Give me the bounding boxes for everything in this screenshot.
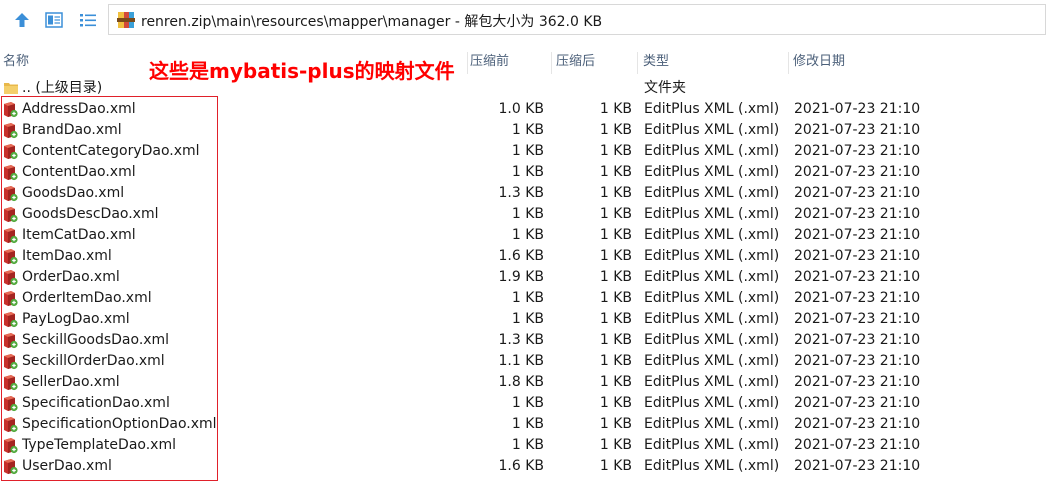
file-type: EditPlus XML (.xml) xyxy=(644,206,780,222)
file-original-size: 1 KB xyxy=(599,353,632,369)
file-original-size: 1 KB xyxy=(599,164,632,180)
file-compressed-size: 1.3 KB xyxy=(498,185,545,201)
file-compressed-size: 1 KB xyxy=(511,143,544,159)
file-compressed-size: 1 KB xyxy=(511,164,544,180)
file-type: EditPlus XML (.xml) xyxy=(644,164,780,180)
column-type[interactable]: 类型 xyxy=(643,50,669,74)
file-type: EditPlus XML (.xml) xyxy=(644,374,780,390)
file-compressed-size: 1 KB xyxy=(511,122,544,138)
address-path: renren.zip\main\resources\mapper\manager… xyxy=(141,14,603,30)
file-compressed-size: 1.0 KB xyxy=(498,101,545,117)
file-compressed-size: 1 KB xyxy=(511,416,544,432)
address-bar[interactable]: renren.zip\main\resources\mapper\manager… xyxy=(108,4,1046,35)
file-original-size: 1 KB xyxy=(599,227,632,243)
column-divider[interactable] xyxy=(637,52,638,74)
file-type: EditPlus XML (.xml) xyxy=(644,332,780,348)
file-modified: 2021-07-23 21:10 xyxy=(794,395,921,411)
file-original-size: 1 KB xyxy=(599,206,632,222)
file-original-size: 1 KB xyxy=(599,395,632,411)
file-compressed-size: 1 KB xyxy=(511,290,544,306)
file-original-size: 1 KB xyxy=(599,416,632,432)
file-modified: 2021-07-23 21:10 xyxy=(794,248,921,264)
parent-dir-type: 文件夹 xyxy=(644,80,686,96)
folder-icon xyxy=(4,81,18,94)
file-original-size: 1 KB xyxy=(599,269,632,285)
file-modified: 2021-07-23 21:10 xyxy=(794,164,921,180)
file-original-size: 1 KB xyxy=(599,458,632,474)
file-type: EditPlus XML (.xml) xyxy=(644,416,780,432)
file-type: EditPlus XML (.xml) xyxy=(644,185,780,201)
file-compressed-size: 1 KB xyxy=(511,227,544,243)
file-type: EditPlus XML (.xml) xyxy=(644,353,780,369)
file-compressed-size: 1 KB xyxy=(511,395,544,411)
column-compressed[interactable]: 压缩前 xyxy=(470,50,509,74)
file-type: EditPlus XML (.xml) xyxy=(644,101,780,117)
file-type: EditPlus XML (.xml) xyxy=(644,122,780,138)
file-modified: 2021-07-23 21:10 xyxy=(794,458,921,474)
file-type: EditPlus XML (.xml) xyxy=(644,437,780,453)
file-original-size: 1 KB xyxy=(599,290,632,306)
file-modified: 2021-07-23 21:10 xyxy=(794,143,921,159)
annotation-text: 这些是mybatis-plus的映射文件 xyxy=(147,55,457,84)
file-original-size: 1 KB xyxy=(599,101,632,117)
file-modified: 2021-07-23 21:10 xyxy=(794,206,921,222)
file-modified: 2021-07-23 21:10 xyxy=(794,311,921,327)
toolbar: renren.zip\main\resources\mapper\manager… xyxy=(0,0,1046,40)
file-compressed-size: 1.9 KB xyxy=(498,269,545,285)
file-type: EditPlus XML (.xml) xyxy=(644,227,780,243)
file-original-size: 1 KB xyxy=(599,437,632,453)
file-original-size: 1 KB xyxy=(599,332,632,348)
file-modified: 2021-07-23 21:10 xyxy=(794,374,921,390)
file-modified: 2021-07-23 21:10 xyxy=(794,185,921,201)
file-original-size: 1 KB xyxy=(599,122,632,138)
file-modified: 2021-07-23 21:10 xyxy=(794,332,921,348)
up-arrow-icon[interactable] xyxy=(9,7,35,33)
file-compressed-size: 1.8 KB xyxy=(498,374,545,390)
file-original-size: 1 KB xyxy=(599,143,632,159)
file-type: EditPlus XML (.xml) xyxy=(644,395,780,411)
column-divider[interactable] xyxy=(551,52,552,74)
details-view-icon[interactable] xyxy=(41,7,67,33)
column-divider[interactable] xyxy=(467,52,468,74)
file-compressed-size: 1 KB xyxy=(511,437,544,453)
highlight-box xyxy=(1,96,218,481)
file-compressed-size: 1.3 KB xyxy=(498,332,545,348)
column-original[interactable]: 压缩后 xyxy=(556,50,595,74)
file-type: EditPlus XML (.xml) xyxy=(644,248,780,264)
file-type: EditPlus XML (.xml) xyxy=(644,458,780,474)
file-type: EditPlus XML (.xml) xyxy=(644,143,780,159)
list-view-icon[interactable] xyxy=(75,7,101,33)
file-original-size: 1 KB xyxy=(599,248,632,264)
file-original-size: 1 KB xyxy=(599,374,632,390)
file-compressed-size: 1.1 KB xyxy=(498,353,545,369)
file-modified: 2021-07-23 21:10 xyxy=(794,353,921,369)
column-divider[interactable] xyxy=(788,52,789,74)
file-modified: 2021-07-23 21:10 xyxy=(794,227,921,243)
file-type: EditPlus XML (.xml) xyxy=(644,269,780,285)
file-modified: 2021-07-23 21:10 xyxy=(794,122,921,138)
file-compressed-size: 1.6 KB xyxy=(498,458,545,474)
file-compressed-size: 1 KB xyxy=(511,311,544,327)
file-modified: 2021-07-23 21:10 xyxy=(794,101,921,117)
file-modified: 2021-07-23 21:10 xyxy=(794,290,921,306)
file-modified: 2021-07-23 21:10 xyxy=(794,437,921,453)
file-modified: 2021-07-23 21:10 xyxy=(794,416,921,432)
column-name[interactable]: 名称 xyxy=(3,50,29,74)
column-modified[interactable]: 修改日期 xyxy=(793,50,845,74)
file-type: EditPlus XML (.xml) xyxy=(644,290,780,306)
file-original-size: 1 KB xyxy=(599,185,632,201)
file-compressed-size: 1.6 KB xyxy=(498,248,545,264)
file-compressed-size: 1 KB xyxy=(511,206,544,222)
file-original-size: 1 KB xyxy=(599,311,632,327)
zip-archive-icon xyxy=(116,10,136,30)
file-modified: 2021-07-23 21:10 xyxy=(794,269,921,285)
file-type: EditPlus XML (.xml) xyxy=(644,311,780,327)
